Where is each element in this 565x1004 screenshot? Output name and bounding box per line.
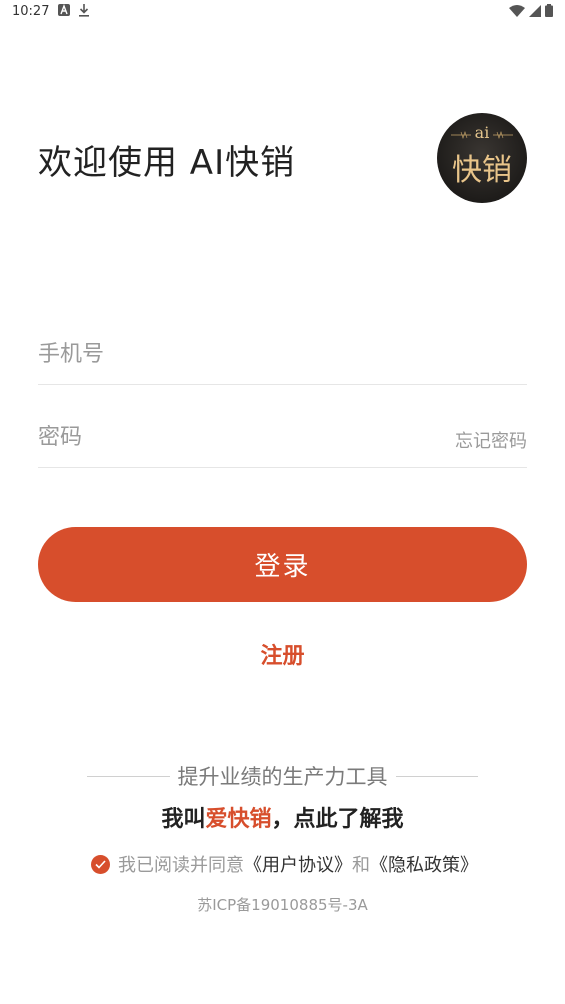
slogan-row: 提升业绩的生产力工具 [87, 761, 478, 791]
wifi-icon [509, 4, 525, 17]
download-icon [79, 4, 89, 17]
slogan-divider-right [395, 775, 478, 777]
agreement-and: 和 [352, 855, 370, 876]
status-icons-right [509, 4, 553, 17]
app-logo: ai 快销 [437, 113, 527, 203]
password-field: 忘记密码 [38, 407, 527, 468]
slogan-divider-left [87, 775, 170, 777]
login-button[interactable]: 登录 [38, 527, 527, 602]
intro-prefix: 我叫 [161, 807, 206, 832]
agreement-row: 我已阅读并同意 《用户协议》 和 《隐私政策》 [91, 851, 478, 877]
check-icon [95, 859, 106, 869]
status-bar: 10:27 [0, 0, 565, 24]
register-link[interactable]: 注册 [0, 638, 565, 670]
privacy-policy-link[interactable]: 《隐私政策》 [370, 851, 478, 877]
user-agreement-link[interactable]: 《用户协议》 [244, 851, 352, 877]
battery-icon [545, 4, 553, 17]
logo-main-text: 快销 [452, 153, 512, 188]
status-icons-left [58, 4, 90, 17]
intro-highlight: 爱快销 [205, 807, 272, 832]
password-input[interactable] [38, 417, 418, 457]
icp-record: 苏ICP备19010885号-3A [197, 896, 368, 914]
phone-field [38, 324, 527, 385]
agreement-checkbox[interactable] [91, 854, 110, 874]
notification-a-icon [58, 4, 70, 16]
phone-input[interactable] [38, 334, 418, 374]
status-time: 10:27 [12, 4, 50, 19]
welcome-title: 欢迎使用 AI快销 [38, 143, 296, 183]
forgot-password-link[interactable]: 忘记密码 [455, 427, 527, 453]
intro-link[interactable]: 我叫爱快销，点此了解我 [0, 801, 565, 833]
signal-icon [529, 4, 541, 17]
slogan-text: 提升业绩的生产力工具 [177, 765, 388, 789]
logo-small-text: ai [474, 123, 490, 142]
intro-suffix: ，点此了解我 [271, 807, 404, 832]
agreement-prefix: 我已阅读并同意 [118, 855, 244, 876]
